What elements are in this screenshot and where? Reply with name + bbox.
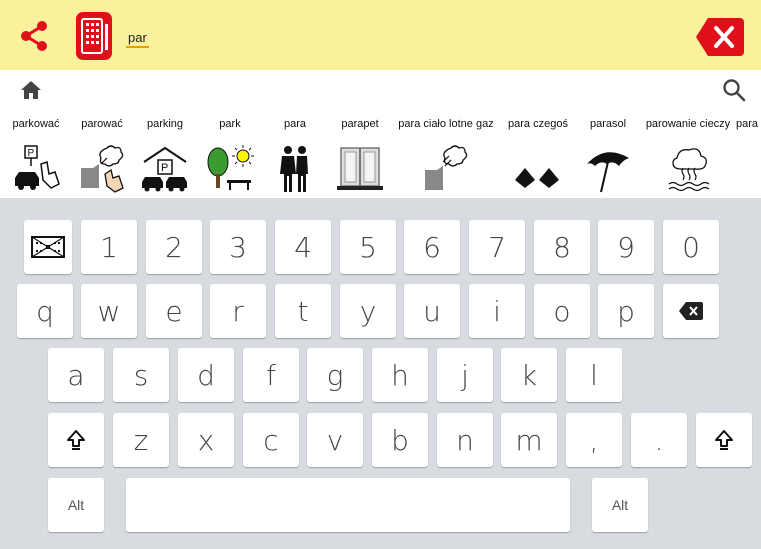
parking-hand-icon: P: [15, 145, 60, 190]
suggestion-label: park: [219, 118, 241, 130]
park-tree-icon: [207, 145, 254, 190]
key-l[interactable]: l: [566, 348, 622, 402]
key-r[interactable]: r: [210, 284, 266, 338]
key-9[interactable]: 9: [598, 220, 654, 274]
shift-key-right[interactable]: [696, 413, 752, 467]
key-0[interactable]: 0: [663, 220, 719, 274]
shift-key-left[interactable]: [48, 413, 104, 467]
svg-text:P: P: [28, 148, 35, 159]
couple-icon: [280, 146, 308, 192]
key-b[interactable]: b: [372, 413, 428, 467]
backspace-icon: [679, 302, 703, 320]
suggestion-label: parkować: [12, 118, 60, 130]
key-u[interactable]: u: [404, 284, 460, 338]
suggestion-item[interactable]: para ciało lotne gaz: [394, 118, 498, 196]
suggestion-label: parowanie cieczy: [645, 118, 731, 130]
key-g[interactable]: g: [307, 348, 363, 402]
space-bar[interactable]: [126, 478, 570, 532]
suggestion-label: para: [736, 118, 759, 130]
navigation-row: [0, 70, 761, 108]
umbrella-icon: [587, 152, 629, 193]
key-comma[interactable]: ,: [566, 413, 622, 467]
key-q[interactable]: q: [17, 284, 73, 338]
key-e[interactable]: e: [146, 284, 202, 338]
suggestion-item[interactable]: parowanie cieczy: [640, 118, 736, 196]
suggestion-item[interactable]: parking P: [136, 118, 194, 196]
keyboard: 1 2 3 4 5 6 7 8 9 0 q w e r t y u i o p …: [0, 198, 761, 549]
key-h[interactable]: h: [372, 348, 428, 402]
symbols-key[interactable]: [24, 220, 72, 274]
key-8[interactable]: 8: [534, 220, 590, 274]
suggestion-label: para: [283, 118, 307, 130]
key-v[interactable]: v: [307, 413, 363, 467]
suggestion-label: parować: [81, 118, 123, 130]
steam-icon: [425, 145, 468, 190]
backspace-key[interactable]: [663, 284, 719, 338]
shift-icon: [715, 430, 733, 450]
key-1[interactable]: 1: [81, 220, 137, 274]
suggestion-item[interactable]: park: [200, 118, 260, 196]
svg-text:P: P: [161, 162, 168, 174]
key-n[interactable]: n: [437, 413, 493, 467]
alt-key-right[interactable]: Alt: [592, 478, 648, 532]
symbol-grid-icon: [31, 236, 65, 258]
parking-garage-icon: P: [142, 146, 187, 192]
top-bar: [0, 0, 761, 70]
suggestion-label: parking: [146, 118, 184, 130]
shift-icon: [67, 430, 85, 450]
suggestion-label: parasol: [589, 118, 627, 130]
key-j[interactable]: j: [437, 348, 493, 402]
suggestion-item[interactable]: para: [266, 118, 324, 196]
key-5[interactable]: 5: [340, 220, 396, 274]
key-z[interactable]: z: [113, 413, 169, 467]
key-o[interactable]: o: [534, 284, 590, 338]
key-6[interactable]: 6: [404, 220, 460, 274]
suggestion-item[interactable]: parasol: [580, 118, 636, 196]
key-f[interactable]: f: [243, 348, 299, 402]
search-icon[interactable]: [722, 78, 746, 102]
windowsill-icon: [337, 147, 383, 190]
alt-key-left[interactable]: Alt: [48, 478, 104, 532]
evaporation-icon: [668, 148, 710, 192]
suggestion-item[interactable]: para: [736, 118, 761, 196]
suggestion-item[interactable]: parkować P: [4, 118, 68, 196]
suggestion-item[interactable]: parować: [72, 118, 132, 196]
share-icon[interactable]: [18, 20, 50, 52]
suggestion-label: para czegoś: [508, 118, 568, 130]
text-input-value[interactable]: par: [126, 30, 149, 48]
suggestion-item[interactable]: para czegoś: [504, 118, 572, 196]
key-c[interactable]: c: [243, 413, 299, 467]
steam-hand-icon: [81, 145, 124, 193]
key-2[interactable]: 2: [146, 220, 202, 274]
backspace-clear-icon[interactable]: [696, 18, 744, 56]
key-period[interactable]: .: [631, 413, 687, 467]
key-a[interactable]: a: [48, 348, 104, 402]
key-w[interactable]: w: [81, 284, 137, 338]
suggestion-label: para ciało lotne gaz: [398, 118, 494, 130]
key-7[interactable]: 7: [469, 220, 525, 274]
key-y[interactable]: y: [340, 284, 396, 338]
key-p[interactable]: p: [598, 284, 654, 338]
pair-icon: [515, 168, 559, 188]
key-t[interactable]: t: [275, 284, 331, 338]
key-x[interactable]: x: [178, 413, 234, 467]
key-s[interactable]: s: [113, 348, 169, 402]
home-icon[interactable]: [20, 80, 42, 100]
key-i[interactable]: i: [469, 284, 525, 338]
suggestion-item[interactable]: parapet: [334, 118, 386, 196]
keyboard-grid-icon[interactable]: [76, 12, 112, 60]
suggestion-strip: parkować P parować parking P park para p…: [0, 108, 761, 198]
suggestion-label: parapet: [341, 118, 379, 130]
key-3[interactable]: 3: [210, 220, 266, 274]
key-d[interactable]: d: [178, 348, 234, 402]
key-k[interactable]: k: [501, 348, 557, 402]
key-m[interactable]: m: [501, 413, 557, 467]
key-4[interactable]: 4: [275, 220, 331, 274]
